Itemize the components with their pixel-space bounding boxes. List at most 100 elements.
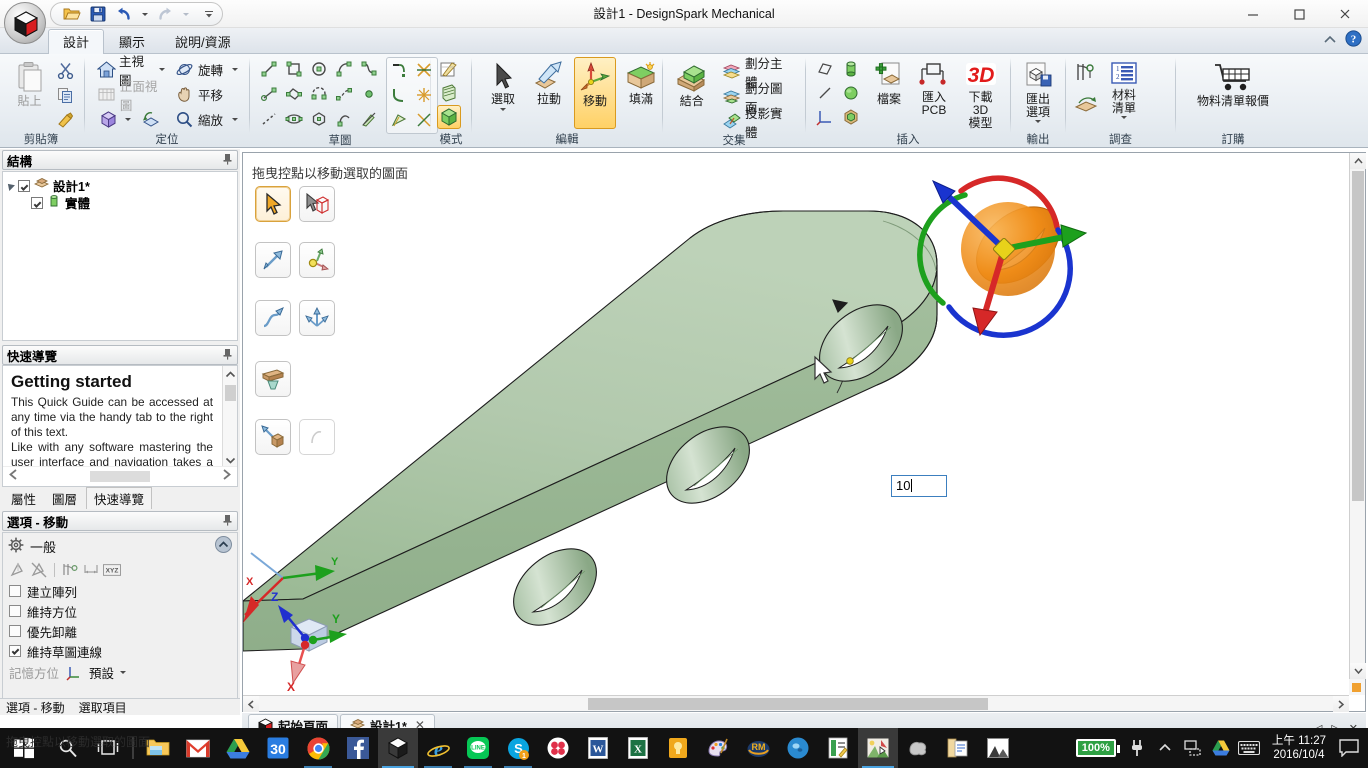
taskbar-item-docs-app[interactable] bbox=[938, 728, 978, 768]
taskbar-item-calendar[interactable]: 30 bbox=[258, 728, 298, 768]
line-tool[interactable] bbox=[257, 57, 281, 81]
insert-file-button[interactable]: 檔案 bbox=[868, 57, 910, 107]
collapse-ribbon-icon[interactable] bbox=[1323, 32, 1337, 50]
home-view-dropdown-icon[interactable] bbox=[159, 68, 165, 71]
ruler-direction-icon[interactable] bbox=[9, 561, 27, 579]
taskbar-item-chrome[interactable] bbox=[298, 728, 338, 768]
trim-away-tool[interactable] bbox=[387, 58, 411, 82]
format-painter-button[interactable] bbox=[53, 108, 77, 132]
taskbar-item-rm-app[interactable]: RM bbox=[738, 728, 778, 768]
tree-node-design[interactable]: 設計1* bbox=[5, 177, 233, 194]
offset-tool[interactable] bbox=[387, 108, 411, 132]
scroll-left-icon[interactable] bbox=[243, 696, 259, 712]
checkbox[interactable] bbox=[9, 645, 21, 657]
taskbar-item-photoscape[interactable] bbox=[538, 728, 578, 768]
collapse-section-button[interactable] bbox=[215, 536, 232, 556]
quick-guide-prev-button[interactable] bbox=[7, 468, 20, 486]
drag-to-snap-button[interactable] bbox=[255, 419, 291, 455]
option-create-pattern[interactable]: 建立陣列 bbox=[3, 581, 237, 601]
expand-arrow-icon[interactable] bbox=[5, 180, 15, 191]
ghost-tool-button[interactable] bbox=[299, 419, 335, 455]
zoom-button[interactable]: 縮放 bbox=[169, 107, 245, 132]
ruler-dimension-button[interactable] bbox=[255, 361, 291, 397]
taskbar-item-editor-app[interactable] bbox=[818, 728, 858, 768]
move-tool-button[interactable]: 移動 bbox=[574, 57, 616, 129]
taskbar-item-internet-explorer[interactable]: e bbox=[418, 728, 458, 768]
minimize-button[interactable] bbox=[1230, 0, 1276, 28]
line-3d-button[interactable] bbox=[813, 81, 837, 105]
move-handle-select-button[interactable] bbox=[255, 186, 291, 222]
pin-icon[interactable] bbox=[222, 348, 233, 363]
tab-quick-guide[interactable]: 快速導覽 bbox=[86, 487, 153, 509]
circle-tool[interactable] bbox=[307, 57, 331, 81]
dimension-icon[interactable] bbox=[82, 561, 100, 579]
point-tool[interactable] bbox=[357, 82, 381, 106]
undo-button[interactable] bbox=[113, 4, 135, 24]
axis-button[interactable] bbox=[813, 105, 837, 129]
taskbar-item-designspark[interactable] bbox=[378, 728, 418, 768]
origin-button[interactable] bbox=[839, 105, 863, 129]
taskbar-item-notes[interactable] bbox=[658, 728, 698, 768]
3d-viewport[interactable]: X Y Z Y X 拖曳控點以移動選取的圖面 10 bbox=[243, 153, 1349, 695]
sketch-mode-button[interactable] bbox=[437, 57, 461, 81]
undo-dropdown[interactable] bbox=[139, 4, 150, 24]
move-origin-button[interactable] bbox=[299, 242, 335, 278]
cylinder-button[interactable] bbox=[839, 57, 863, 81]
ellipse-tool[interactable] bbox=[282, 107, 306, 131]
export-options-button[interactable]: 匯出 選項 bbox=[1017, 57, 1059, 124]
pin-icon[interactable] bbox=[222, 514, 233, 529]
project-solid-button[interactable]: 投影實體 bbox=[716, 107, 798, 140]
scroll-thumb[interactable] bbox=[1352, 171, 1364, 501]
solid-mode-button[interactable] bbox=[437, 105, 461, 129]
taskbar-item-paint[interactable] bbox=[698, 728, 738, 768]
taskbar-item-gallery-app[interactable] bbox=[978, 728, 1018, 768]
show-hidden-icons-button[interactable] bbox=[1152, 728, 1178, 768]
option-detach-first[interactable]: 優先卸離 bbox=[3, 621, 237, 641]
corner-tool[interactable] bbox=[387, 83, 411, 107]
tab-help-resources[interactable]: 說明/資源 bbox=[160, 29, 246, 54]
polygon-tool[interactable] bbox=[307, 107, 331, 131]
select-dropdown-icon[interactable] bbox=[500, 108, 506, 111]
checkbox[interactable] bbox=[9, 625, 21, 637]
sphere-button[interactable] bbox=[839, 81, 863, 105]
move-anchor-button[interactable] bbox=[299, 186, 335, 222]
power-icon[interactable] bbox=[1124, 728, 1150, 768]
visibility-checkbox[interactable] bbox=[18, 179, 30, 192]
checkbox[interactable] bbox=[9, 605, 21, 617]
taskbar-clock[interactable]: 上午 11:27 2016/10/4 bbox=[1264, 734, 1334, 762]
section-mode-button[interactable] bbox=[437, 81, 461, 105]
taskbar-item-word[interactable]: W bbox=[578, 728, 618, 768]
zoom-dropdown-icon[interactable] bbox=[232, 118, 239, 121]
rectangle-tool[interactable] bbox=[282, 57, 306, 81]
select-tool-button[interactable]: 選取 bbox=[482, 57, 524, 112]
plan-view-button[interactable]: 正面視圖 bbox=[93, 80, 169, 113]
cut-button[interactable] bbox=[53, 58, 77, 82]
viewport-horizontal-scrollbar[interactable] bbox=[243, 695, 1349, 712]
anchor-icon[interactable] bbox=[30, 561, 48, 579]
combine-button[interactable]: 結合 bbox=[669, 57, 714, 109]
taskbar-item-google-drive[interactable] bbox=[218, 728, 258, 768]
redo-dropdown[interactable] bbox=[180, 4, 191, 24]
taskbar-item-gmail[interactable] bbox=[178, 728, 218, 768]
battery-indicator[interactable]: 100% bbox=[1070, 728, 1122, 768]
previous-view-button[interactable] bbox=[135, 107, 169, 132]
taskbar-item-line[interactable]: LINE bbox=[458, 728, 498, 768]
scroll-thumb[interactable] bbox=[588, 698, 988, 710]
option-maintain-sketch-connectivity[interactable]: 維持草圖連線 bbox=[3, 641, 237, 661]
construction-line-tool[interactable] bbox=[257, 82, 281, 106]
taskbar-item-excel[interactable]: X bbox=[618, 728, 658, 768]
sweep-arc-tool[interactable] bbox=[332, 107, 356, 131]
pan-button[interactable]: 平移 bbox=[169, 82, 245, 107]
iso-view-button[interactable] bbox=[93, 107, 135, 132]
xyz-icon[interactable]: XYZ bbox=[103, 561, 121, 579]
reference-spline-tool[interactable] bbox=[332, 82, 356, 106]
copy-button[interactable] bbox=[53, 83, 77, 107]
taskbar-item-facebook[interactable] bbox=[338, 728, 378, 768]
move-multiple-button[interactable] bbox=[299, 300, 335, 336]
open-button[interactable] bbox=[61, 4, 83, 24]
scroll-up-icon[interactable] bbox=[223, 366, 237, 382]
maximize-button[interactable] bbox=[1276, 0, 1322, 28]
measure-move-icon[interactable] bbox=[61, 561, 79, 579]
scroll-up-icon[interactable] bbox=[1350, 153, 1366, 169]
tab-selection[interactable]: 選取項目 bbox=[79, 699, 127, 716]
